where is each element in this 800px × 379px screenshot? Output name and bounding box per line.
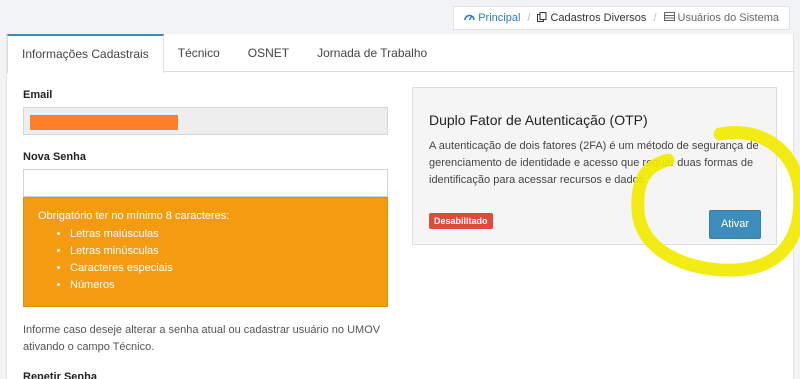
password-help-text: Informe caso deseje alterar a senha atua… <box>23 324 381 353</box>
requirement-item: Letras maiúsculas <box>70 226 373 243</box>
breadcrumb-item-principal[interactable]: Principal <box>464 12 520 25</box>
copy-icon <box>537 11 547 25</box>
breadcrumb-separator: / <box>527 12 531 24</box>
activate-button[interactable]: Ativar <box>709 210 761 239</box>
table-icon <box>663 12 675 24</box>
requirement-item: Números <box>70 277 373 294</box>
otp-description: A autenticação de dois fatores (2FA) é u… <box>429 140 759 186</box>
breadcrumb-separator: / <box>653 12 657 24</box>
new-password-field[interactable] <box>23 169 388 197</box>
breadcrumb-label: Cadastros Diversos <box>550 12 647 24</box>
breadcrumb-label: Usuários do Sistema <box>677 12 780 24</box>
status-badge: Desabilitado <box>429 213 493 229</box>
requirements-list: Letras maiúsculas Letras minúsculas Cara… <box>38 226 373 294</box>
password-requirements-callout: Obrigatório ter no mínimo 8 caracteres: … <box>23 197 388 307</box>
breadcrumb-item-cadastros[interactable]: Cadastros Diversos <box>537 11 647 25</box>
email-label: Email <box>23 89 53 101</box>
new-password-label: Nova Senha <box>23 151 86 163</box>
requirements-intro: Obrigatório ter no mínimo 8 caracteres: <box>38 210 230 222</box>
tab-informacoes-cadastrais[interactable]: Informações Cadastrais <box>7 34 164 73</box>
user-form-panel: Informações Cadastrais Técnico OSNET Jor… <box>6 34 795 379</box>
dashboard-icon <box>464 12 476 25</box>
tab-bar: Informações Cadastrais Técnico OSNET Jor… <box>7 34 795 73</box>
tab-jornada-de-trabalho[interactable]: Jornada de Trabalho <box>303 34 441 72</box>
breadcrumb-bar: Principal / Cadastros Diversos / Usuário… <box>0 0 800 34</box>
tab-osnet[interactable]: OSNET <box>234 34 303 72</box>
repeat-password-label: Repetir Senha <box>23 371 97 379</box>
otp-card: Duplo Fator de Autenticação (OTP) A aute… <box>412 87 777 245</box>
breadcrumb: Principal / Cadastros Diversos / Usuário… <box>453 6 790 30</box>
email-field[interactable] <box>23 107 388 135</box>
otp-title: Duplo Fator de Autenticação (OTP) <box>429 112 648 128</box>
tab-tecnico[interactable]: Técnico <box>164 34 234 72</box>
breadcrumb-item-usuarios: Usuários do Sistema <box>663 12 780 24</box>
redacted-email <box>30 115 178 130</box>
requirement-item: Caracteres especiais <box>70 260 373 277</box>
requirement-item: Letras minúsculas <box>70 243 373 260</box>
breadcrumb-label: Principal <box>478 12 521 24</box>
